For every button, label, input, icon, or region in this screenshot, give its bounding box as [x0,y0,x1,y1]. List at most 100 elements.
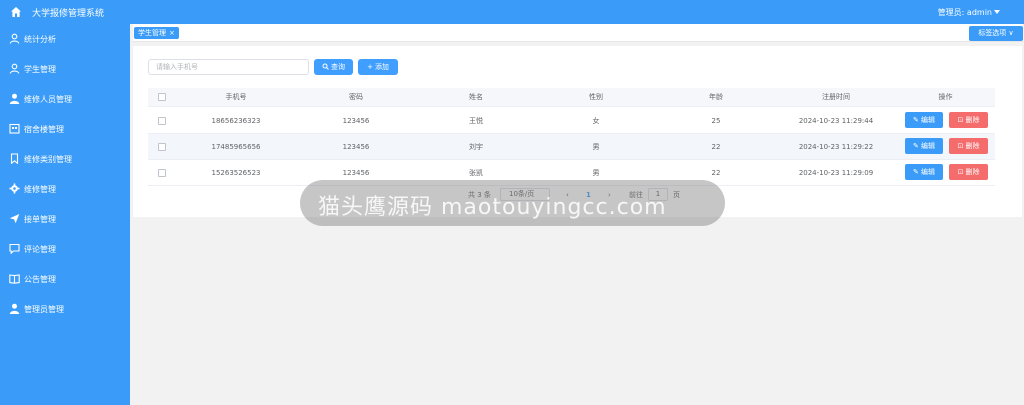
home-icon[interactable] [10,6,22,18]
sidebar-item-students[interactable]: 学生管理 [0,54,130,84]
row-checkbox[interactable] [158,116,166,125]
cell-password: 123456 [342,116,370,125]
caret-down-icon[interactable] [994,10,1000,14]
sidebar-item-label: 公告管理 [24,275,56,284]
header-actions: 操作 [938,93,953,101]
row-select-cell [148,134,176,159]
tab-label: 学生管理 [138,29,166,37]
query-button[interactable]: 查询 [314,59,353,75]
sidebar-item-repairers[interactable]: 维修人员管理 [0,84,130,114]
cell-phone: 17485965656 [211,142,261,151]
user-outline-icon [9,63,20,74]
sidebar-item-label: 维修管理 [24,185,56,194]
bookmark-icon [10,153,19,164]
close-icon[interactable]: × [169,29,175,37]
sidebar-item-admins[interactable]: 管理员管理 [0,294,130,324]
delete-button[interactable]: ⊡ 删除 [949,138,988,154]
user-outline-icon [9,33,20,44]
phone-search-input[interactable]: 请输入手机号 [148,59,309,75]
watermark: 猫头鹰源码 maotouyingcc.com [300,180,725,226]
row-select-cell [148,160,176,185]
sidebar-item-repair-categories[interactable]: 维修类别管理 [0,144,130,174]
app-title: 大学报修管理系统 [32,9,105,19]
search-icon [322,63,329,70]
user-filled-icon [9,303,20,314]
sidebar-item-label: 学生管理 [24,65,56,74]
comment-icon [9,243,20,254]
sidebar-item-label: 维修人员管理 [24,95,72,104]
cell-phone: 18656236323 [211,116,261,125]
row-checkbox[interactable] [158,168,166,177]
edit-icon: ✎ [912,142,922,150]
header-name: 姓名 [469,93,483,101]
edit-label: 编辑 [921,116,936,124]
sidebar-item-orders[interactable]: 接单管理 [0,204,130,234]
table-header: 手机号 密码 姓名 性别 年龄 注册时间 操作 [148,88,995,107]
cell-registered: 2024-10-23 11:29:09 [798,168,874,177]
header-registered: 注册时间 [822,93,850,101]
add-button[interactable]: + 添加 [358,59,398,75]
edit-button[interactable]: ✎ 编辑 [905,164,943,180]
user-filled-icon [9,93,20,104]
delete-label: 删除 [965,116,980,124]
delete-label: 删除 [965,168,980,176]
select-all-checkbox[interactable] [158,93,166,101]
sidebar-item-label: 评论管理 [24,245,56,254]
tab-students[interactable]: 学生管理 × [134,27,179,39]
trash-icon: ⊡ [957,168,966,176]
tab-options-button[interactable]: 标签选项 ∨ [969,26,1023,41]
sidebar-item-comments[interactable]: 评论管理 [0,234,130,264]
sidebar-item-dorms[interactable]: 宿舍楼管理 [0,114,130,144]
book-icon [9,274,20,284]
admin-menu[interactable]: 管理员: admin [938,7,992,18]
cell-name: 刘宇 [469,142,483,151]
cell-phone: 15263526523 [211,168,261,177]
sidebar-item-label: 接单管理 [24,215,56,224]
cell-password: 123456 [342,142,370,151]
delete-button[interactable]: ⊡ 删除 [949,164,988,180]
header-age: 年龄 [709,93,723,101]
plus-icon: + [367,63,373,71]
edit-button[interactable]: ✎ 编辑 [905,138,943,154]
top-bar: 大学报修管理系统 管理员: admin [0,0,1024,24]
edit-icon: ✎ [912,168,922,176]
query-label: 查询 [331,63,345,71]
row-checkbox[interactable] [158,142,166,151]
row-select-cell [148,108,176,133]
building-icon [9,123,20,134]
sidebar-item-statistics[interactable]: 统计分析 [0,24,130,54]
sidebar-item-notices[interactable]: 公告管理 [0,264,130,294]
sidebar-item-label: 统计分析 [24,35,56,44]
gear-icon [9,183,20,194]
cell-registered: 2024-10-23 11:29:22 [798,142,874,151]
table-row: 18656236323 123456 王悦 女 25 2024-10-23 11… [148,108,995,134]
trash-icon: ⊡ [957,142,966,150]
table-row: 17485965656 123456 刘宇 男 22 2024-10-23 11… [148,134,995,160]
delete-label: 删除 [965,142,980,150]
edit-icon: ✎ [912,116,922,124]
trash-icon: ⊡ [957,116,966,124]
select-all-cell [148,88,176,106]
header-phone: 手机号 [225,93,247,101]
cell-age: 25 [711,116,721,125]
add-label: 添加 [374,63,389,71]
sidebar: 统计分析 学生管理 维修人员管理 宿舍楼管理 维修类别管理 维修管理 接单管理 … [0,24,130,405]
watermark-text: 猫头鹰源码 maotouyingcc.com [318,195,667,220]
sidebar-item-repairs[interactable]: 维修管理 [0,174,130,204]
send-icon [9,214,20,224]
cell-age: 22 [711,142,721,151]
edit-button[interactable]: ✎ 编辑 [905,112,943,128]
edit-label: 编辑 [921,142,936,150]
header-password: 密码 [349,93,363,101]
sidebar-item-label: 管理员管理 [24,305,64,314]
sidebar-item-label: 维修类别管理 [24,155,72,164]
edit-label: 编辑 [921,168,936,176]
sidebar-item-label: 宿舍楼管理 [24,125,64,134]
delete-button[interactable]: ⊡ 删除 [949,112,988,128]
cell-gender: 女 [592,116,600,125]
cell-registered: 2024-10-23 11:29:44 [798,116,874,125]
tags-bar [133,24,1023,42]
header-gender: 性别 [589,93,603,101]
cell-name: 王悦 [469,116,483,125]
cell-gender: 男 [592,142,600,151]
